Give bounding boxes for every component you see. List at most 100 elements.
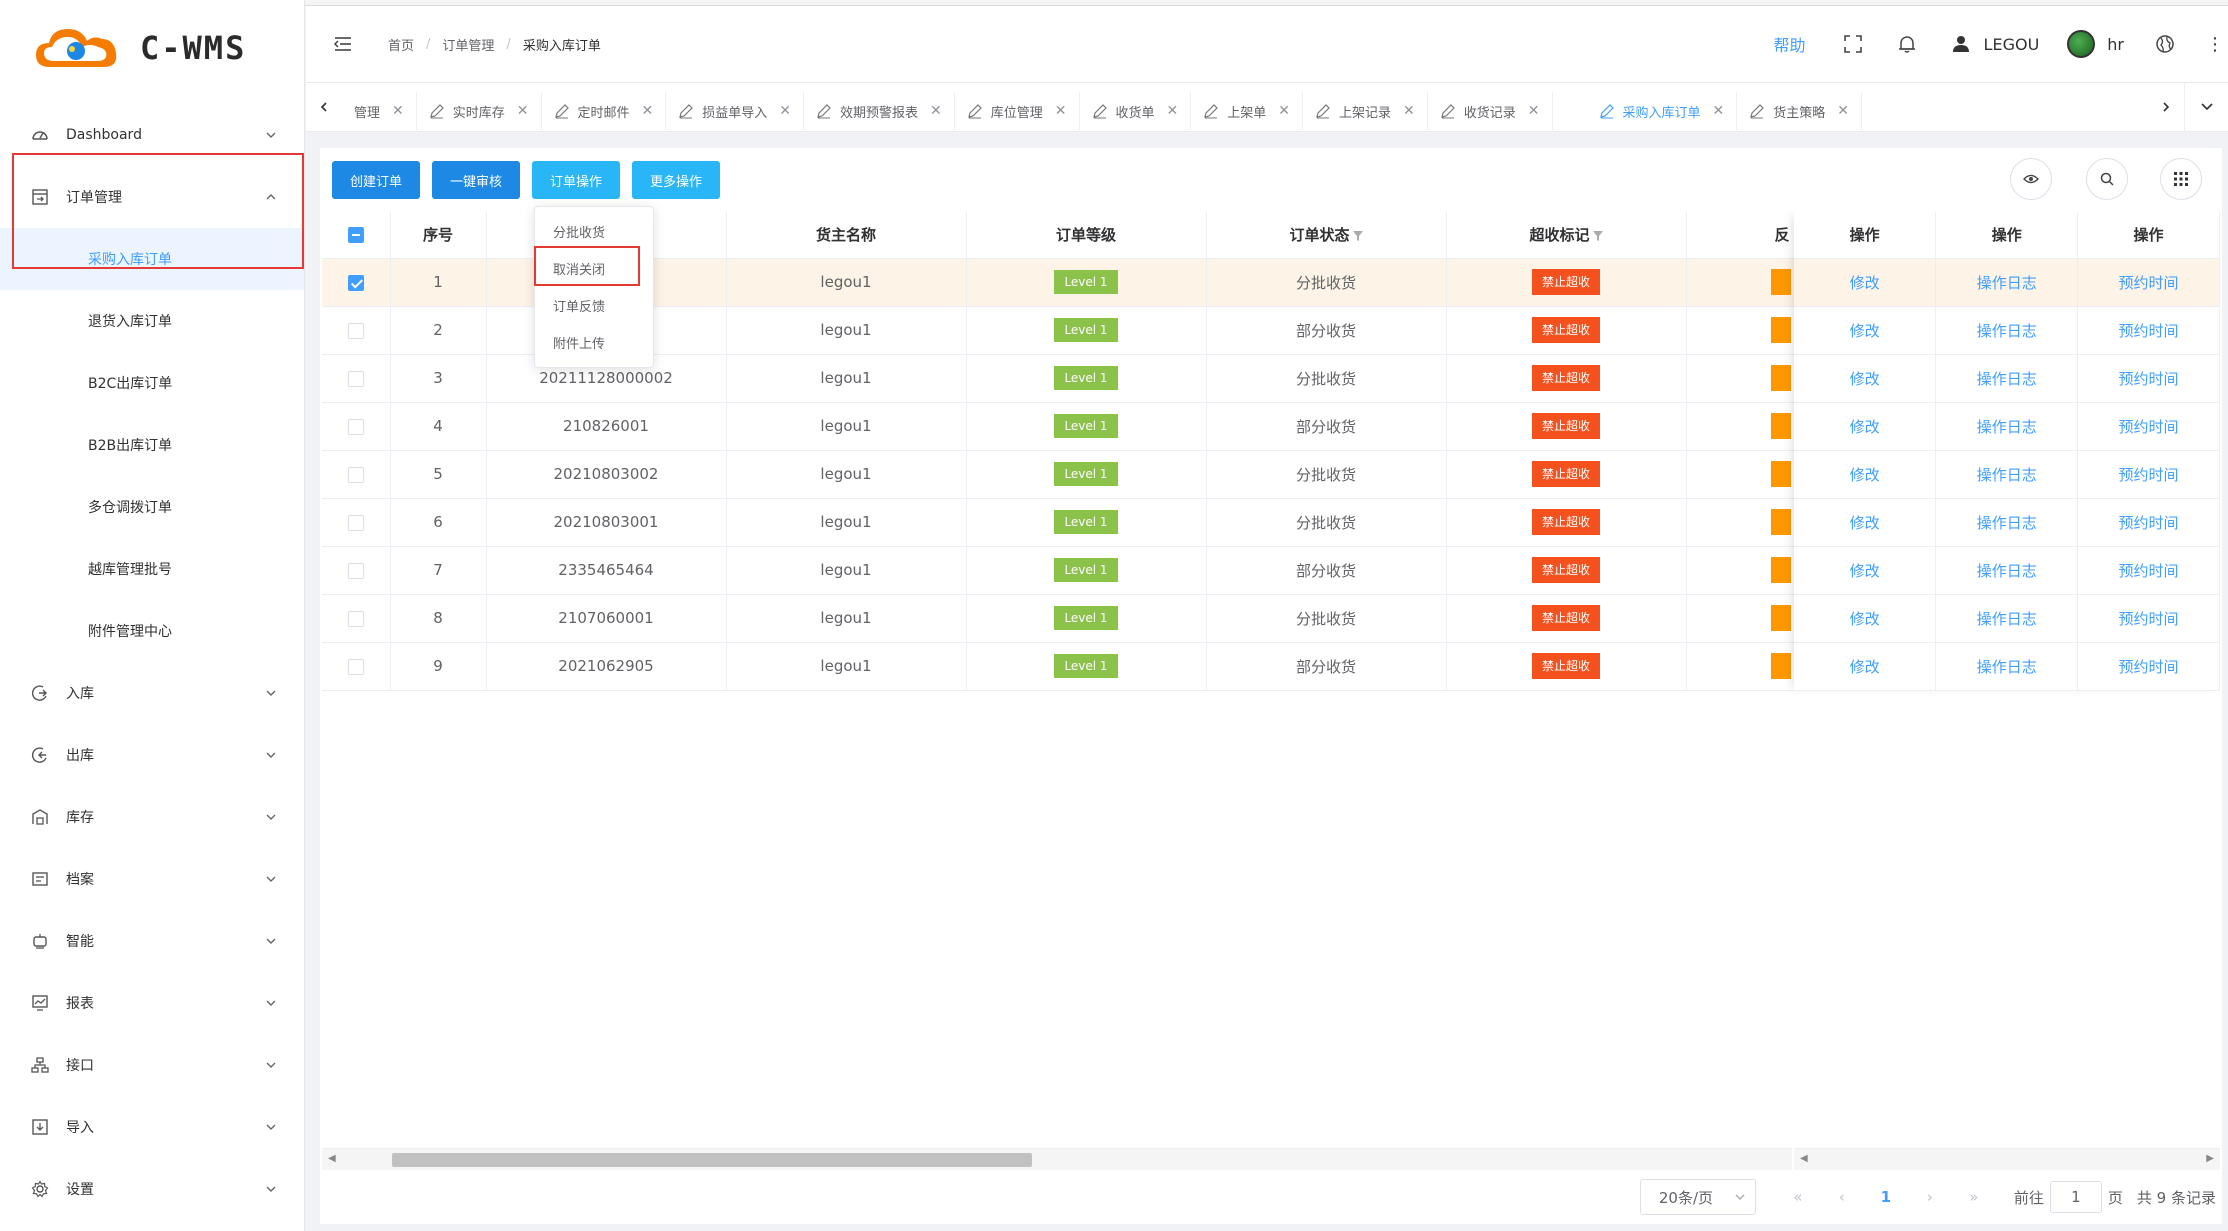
operation-log-link[interactable]: 操作日志: [1977, 610, 2037, 628]
scroll-left-icon[interactable]: ◀: [1800, 1153, 1808, 1164]
close-icon[interactable]: ✕: [392, 103, 404, 119]
prev-page-icon[interactable]: ‹: [1824, 1188, 1860, 1206]
close-icon[interactable]: ✕: [1167, 103, 1179, 119]
user-icon[interactable]: [1950, 33, 1972, 55]
table-row[interactable]: 6 20210803001 legou1 Level 1 分批收货 禁止超收: [322, 498, 1797, 547]
row-select-cell[interactable]: [322, 546, 391, 595]
close-icon[interactable]: ✕: [779, 103, 791, 119]
table-row[interactable]: 4 210826001 legou1 Level 1 部分收货 禁止超收: [322, 402, 1797, 451]
operation-log-link[interactable]: 操作日志: [1977, 658, 2037, 676]
table-row[interactable]: 5 20210803002 legou1 Level 1 分批收货 禁止超收: [322, 450, 1797, 499]
tab-1[interactable]: 实时库存 ✕: [416, 92, 542, 130]
reserve-time-link[interactable]: 预约时间: [2119, 466, 2179, 484]
order-operations-button[interactable]: 订单操作: [532, 161, 621, 199]
fixed-horizontal-scrollbar[interactable]: ◀ ▶: [1794, 1148, 2220, 1170]
sidebar-subitem-attachments[interactable]: 附件管理中心: [0, 600, 304, 662]
close-icon[interactable]: ✕: [1837, 103, 1849, 119]
operation-log-link[interactable]: 操作日志: [1977, 562, 2037, 580]
sidebar-item-reports[interactable]: 报表: [0, 972, 304, 1034]
select-all-cell[interactable]: [322, 212, 391, 259]
help-link[interactable]: 帮助: [1774, 32, 1806, 56]
filter-icon[interactable]: [1592, 230, 1603, 241]
sidebar-subitem-b2c-outbound[interactable]: B2C出库订单: [0, 352, 304, 414]
close-icon[interactable]: ✕: [517, 103, 529, 119]
edit-link[interactable]: 修改: [1850, 418, 1880, 436]
tab-3[interactable]: 损益单导入 ✕: [666, 92, 804, 130]
edit-link[interactable]: 修改: [1850, 514, 1880, 532]
dropdown-item-attachment-upload[interactable]: 附件上传: [535, 324, 653, 361]
sidebar-item-outbound[interactable]: 出库: [0, 724, 304, 786]
breadcrumb-home[interactable]: 首页: [388, 35, 414, 54]
edit-link[interactable]: 修改: [1850, 562, 1880, 580]
breadcrumb-order-management[interactable]: 订单管理: [442, 35, 494, 54]
eye-icon[interactable]: [2010, 158, 2052, 200]
tab-5[interactable]: 库位管理 ✕: [954, 92, 1080, 130]
reserve-time-link[interactable]: 预约时间: [2119, 370, 2179, 388]
edit-link[interactable]: 修改: [1850, 274, 1880, 292]
table-row[interactable]: 8 2107060001 legou1 Level 1 分批收货 禁止超收: [322, 594, 1797, 643]
first-page-icon[interactable]: «: [1780, 1188, 1816, 1206]
user-name[interactable]: LEGOU: [1984, 35, 2040, 54]
operation-log-link[interactable]: 操作日志: [1977, 370, 2037, 388]
select-all-checkbox[interactable]: [347, 227, 364, 244]
tabs-scroll-left-icon[interactable]: [306, 82, 342, 132]
reserve-time-link[interactable]: 预约时间: [2119, 418, 2179, 436]
filter-icon[interactable]: [1352, 230, 1363, 241]
scrollbar-thumb[interactable]: [392, 1153, 1032, 1167]
avatar[interactable]: [2067, 30, 2096, 58]
operation-log-link[interactable]: 操作日志: [1977, 274, 2037, 292]
sidebar-subitem-crossdock[interactable]: 越库管理批号: [0, 538, 304, 600]
page-number-current[interactable]: 1: [1868, 1188, 1904, 1206]
row-checkbox[interactable]: [347, 610, 364, 627]
row-checkbox[interactable]: [347, 418, 364, 435]
edit-link[interactable]: 修改: [1850, 610, 1880, 628]
sidebar-item-archive[interactable]: 档案: [0, 848, 304, 910]
more-vertical-icon[interactable]: ⋮: [2206, 34, 2224, 55]
bell-icon[interactable]: [1896, 33, 1918, 55]
sidebar-item-settings[interactable]: 设置: [0, 1158, 304, 1220]
tab-6[interactable]: 收货单 ✕: [1079, 92, 1192, 130]
sidebar-subitem-purchase-inbound[interactable]: 采购入库订单: [0, 228, 304, 290]
sidebar-item-import[interactable]: 导入: [0, 1096, 304, 1158]
row-select-cell[interactable]: [322, 642, 391, 691]
more-operations-button[interactable]: 更多操作: [632, 161, 721, 199]
sidebar-item-interface[interactable]: 接口: [0, 1034, 304, 1096]
create-order-button[interactable]: 创建订单: [332, 161, 421, 199]
horizontal-scrollbar[interactable]: ◀: [322, 1148, 1792, 1170]
row-select-cell[interactable]: [322, 354, 391, 403]
menu-fold-icon[interactable]: [332, 33, 354, 55]
reserve-time-link[interactable]: 预约时间: [2119, 322, 2179, 340]
tab-7[interactable]: 上架单 ✕: [1191, 92, 1303, 130]
tabs-scroll-right-icon[interactable]: [2148, 82, 2184, 132]
edit-link[interactable]: 修改: [1850, 466, 1880, 484]
col-header-status[interactable]: 订单状态: [1206, 212, 1447, 259]
grid-menu-icon[interactable]: [2160, 158, 2202, 200]
sidebar-item-smart[interactable]: 智能: [0, 910, 304, 972]
row-select-cell[interactable]: [322, 594, 391, 643]
goto-page-input[interactable]: 1: [2049, 1181, 2102, 1213]
row-checkbox[interactable]: [347, 562, 364, 579]
row-checkbox[interactable]: [347, 370, 364, 387]
tab-2[interactable]: 定时邮件 ✕: [541, 92, 667, 130]
sidebar-item-dashboard[interactable]: Dashboard: [0, 104, 304, 166]
operation-log-link[interactable]: 操作日志: [1977, 466, 2037, 484]
edit-link[interactable]: 修改: [1850, 370, 1880, 388]
reserve-time-link[interactable]: 预约时间: [2119, 658, 2179, 676]
sidebar-subitem-transfer[interactable]: 多仓调拨订单: [0, 476, 304, 538]
tab-11[interactable]: 货主策略 ✕: [1737, 92, 1862, 130]
globe-icon[interactable]: [2154, 33, 2176, 55]
tab-4[interactable]: 效期预警报表 ✕: [804, 92, 955, 130]
next-page-icon[interactable]: ›: [1912, 1188, 1948, 1206]
dropdown-item-batch-receive[interactable]: 分批收货: [535, 213, 653, 250]
close-icon[interactable]: ✕: [1403, 103, 1415, 119]
row-select-cell[interactable]: [322, 258, 391, 307]
tab-9[interactable]: 收货记录 ✕: [1427, 92, 1553, 130]
fullscreen-icon[interactable]: [1842, 33, 1864, 55]
reserve-time-link[interactable]: 预约时间: [2119, 562, 2179, 580]
row-checkbox[interactable]: [347, 658, 364, 675]
tab-8[interactable]: 上架记录 ✕: [1303, 92, 1428, 130]
table-row[interactable]: 9 2021062905 legou1 Level 1 部分收货 禁止超收: [322, 642, 1797, 691]
row-checkbox[interactable]: [347, 514, 364, 531]
row-select-cell[interactable]: [322, 498, 391, 547]
scroll-right-icon[interactable]: ▶: [2206, 1153, 2214, 1164]
